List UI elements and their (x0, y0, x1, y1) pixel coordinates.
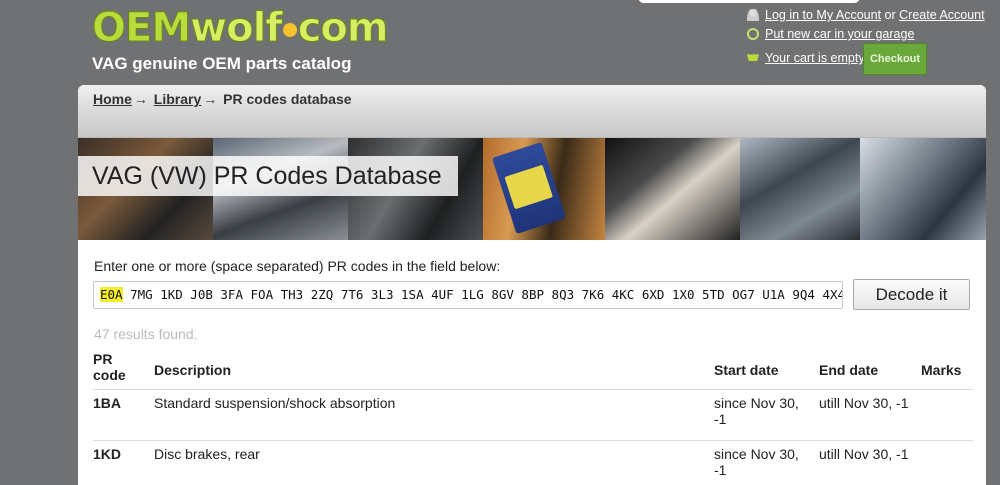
garage-link[interactable]: Put new car in your garage (765, 27, 914, 41)
or-text: or (884, 8, 896, 22)
row-code: 1KD (93, 446, 122, 462)
decode-button[interactable]: Decode it (853, 279, 970, 310)
table-row: 1BA Standard suspension/shock absorption… (93, 390, 973, 441)
paw-icon (282, 23, 297, 37)
breadcrumb-arrow: → (203, 91, 218, 107)
logo-com-text: com (297, 5, 389, 52)
column-header-end: End date (819, 362, 879, 378)
top-dropdown-edge (638, 0, 860, 3)
table-row: 1KD Disc brakes, rear since Nov 30, -1 u… (93, 441, 973, 485)
codes-text: 7MG 1KD J0B 3FA FOA TH3 2ZQ 7T6 3L3 1SA … (122, 287, 843, 302)
cart-row: Your cart is empty (747, 51, 865, 65)
column-header-code: PR code (93, 351, 126, 383)
garage-row: Put new car in your garage (747, 27, 914, 41)
account-login-row: Log in to My Account or Create Account (747, 8, 985, 22)
row-code: 1BA (93, 395, 122, 411)
page-title: VAG (VW) PR Codes Database (78, 156, 458, 196)
site-tagline: VAG genuine OEM parts catalog (92, 54, 352, 73)
main-panel: Home → Library → PR codes database VAG (VW… (78, 85, 986, 485)
cart-icon (747, 54, 759, 61)
highlighted-code: E0A (100, 287, 123, 302)
row-end-date: utill Nov 30, -1 (819, 395, 909, 411)
codes-input-label: Enter one or more (space separated) PR c… (94, 258, 501, 274)
checkout-button[interactable]: Checkout (863, 43, 927, 75)
breadcrumb-library[interactable]: Library (154, 91, 201, 107)
column-header-description: Description (154, 362, 232, 378)
breadcrumb-arrow: → (133, 91, 148, 107)
login-link[interactable]: Log in to My Account (765, 8, 881, 22)
row-end-date: utill Nov 30, -1 (819, 446, 909, 462)
results-count: 47 results found. (94, 326, 198, 342)
banner-photo (740, 138, 860, 240)
steering-wheel-icon (747, 28, 759, 40)
cart-link[interactable]: Your cart is empty (765, 51, 865, 65)
row-description: Disc brakes, rear (154, 446, 260, 462)
row-start-date: since Nov 30, -1 (714, 395, 799, 427)
column-header-marks: Marks (921, 362, 962, 378)
breadcrumb-current: PR codes database (223, 91, 352, 107)
user-icon (747, 9, 759, 21)
pr-codes-input[interactable]: E0A 7MG 1KD J0B 3FA FOA TH3 2ZQ 7T6 3L3 … (93, 281, 843, 309)
breadcrumb-home[interactable]: Home (93, 91, 132, 107)
row-start-date: since Nov 30, -1 (714, 446, 799, 478)
row-description: Standard suspension/shock absorption (154, 395, 396, 411)
column-header-start: Start date (714, 362, 779, 378)
banner-photo (605, 138, 740, 240)
banner-image: VAG (VW) PR Codes Database (78, 138, 986, 240)
breadcrumb: Home → Library → PR codes database (93, 91, 352, 107)
breadcrumb-bar: Home → Library → PR codes database (78, 85, 986, 138)
table-header: PR code Description Start date End date … (93, 351, 973, 390)
site-logo[interactable]: OEMwolf com (91, 4, 389, 52)
logo-oem-text: OEM (91, 5, 191, 52)
create-account-link[interactable]: Create Account (899, 8, 984, 22)
banner-photo (860, 138, 986, 240)
results-table: PR code Description Start date End date … (93, 351, 973, 485)
logo-wolf-text: wolf (190, 5, 284, 52)
